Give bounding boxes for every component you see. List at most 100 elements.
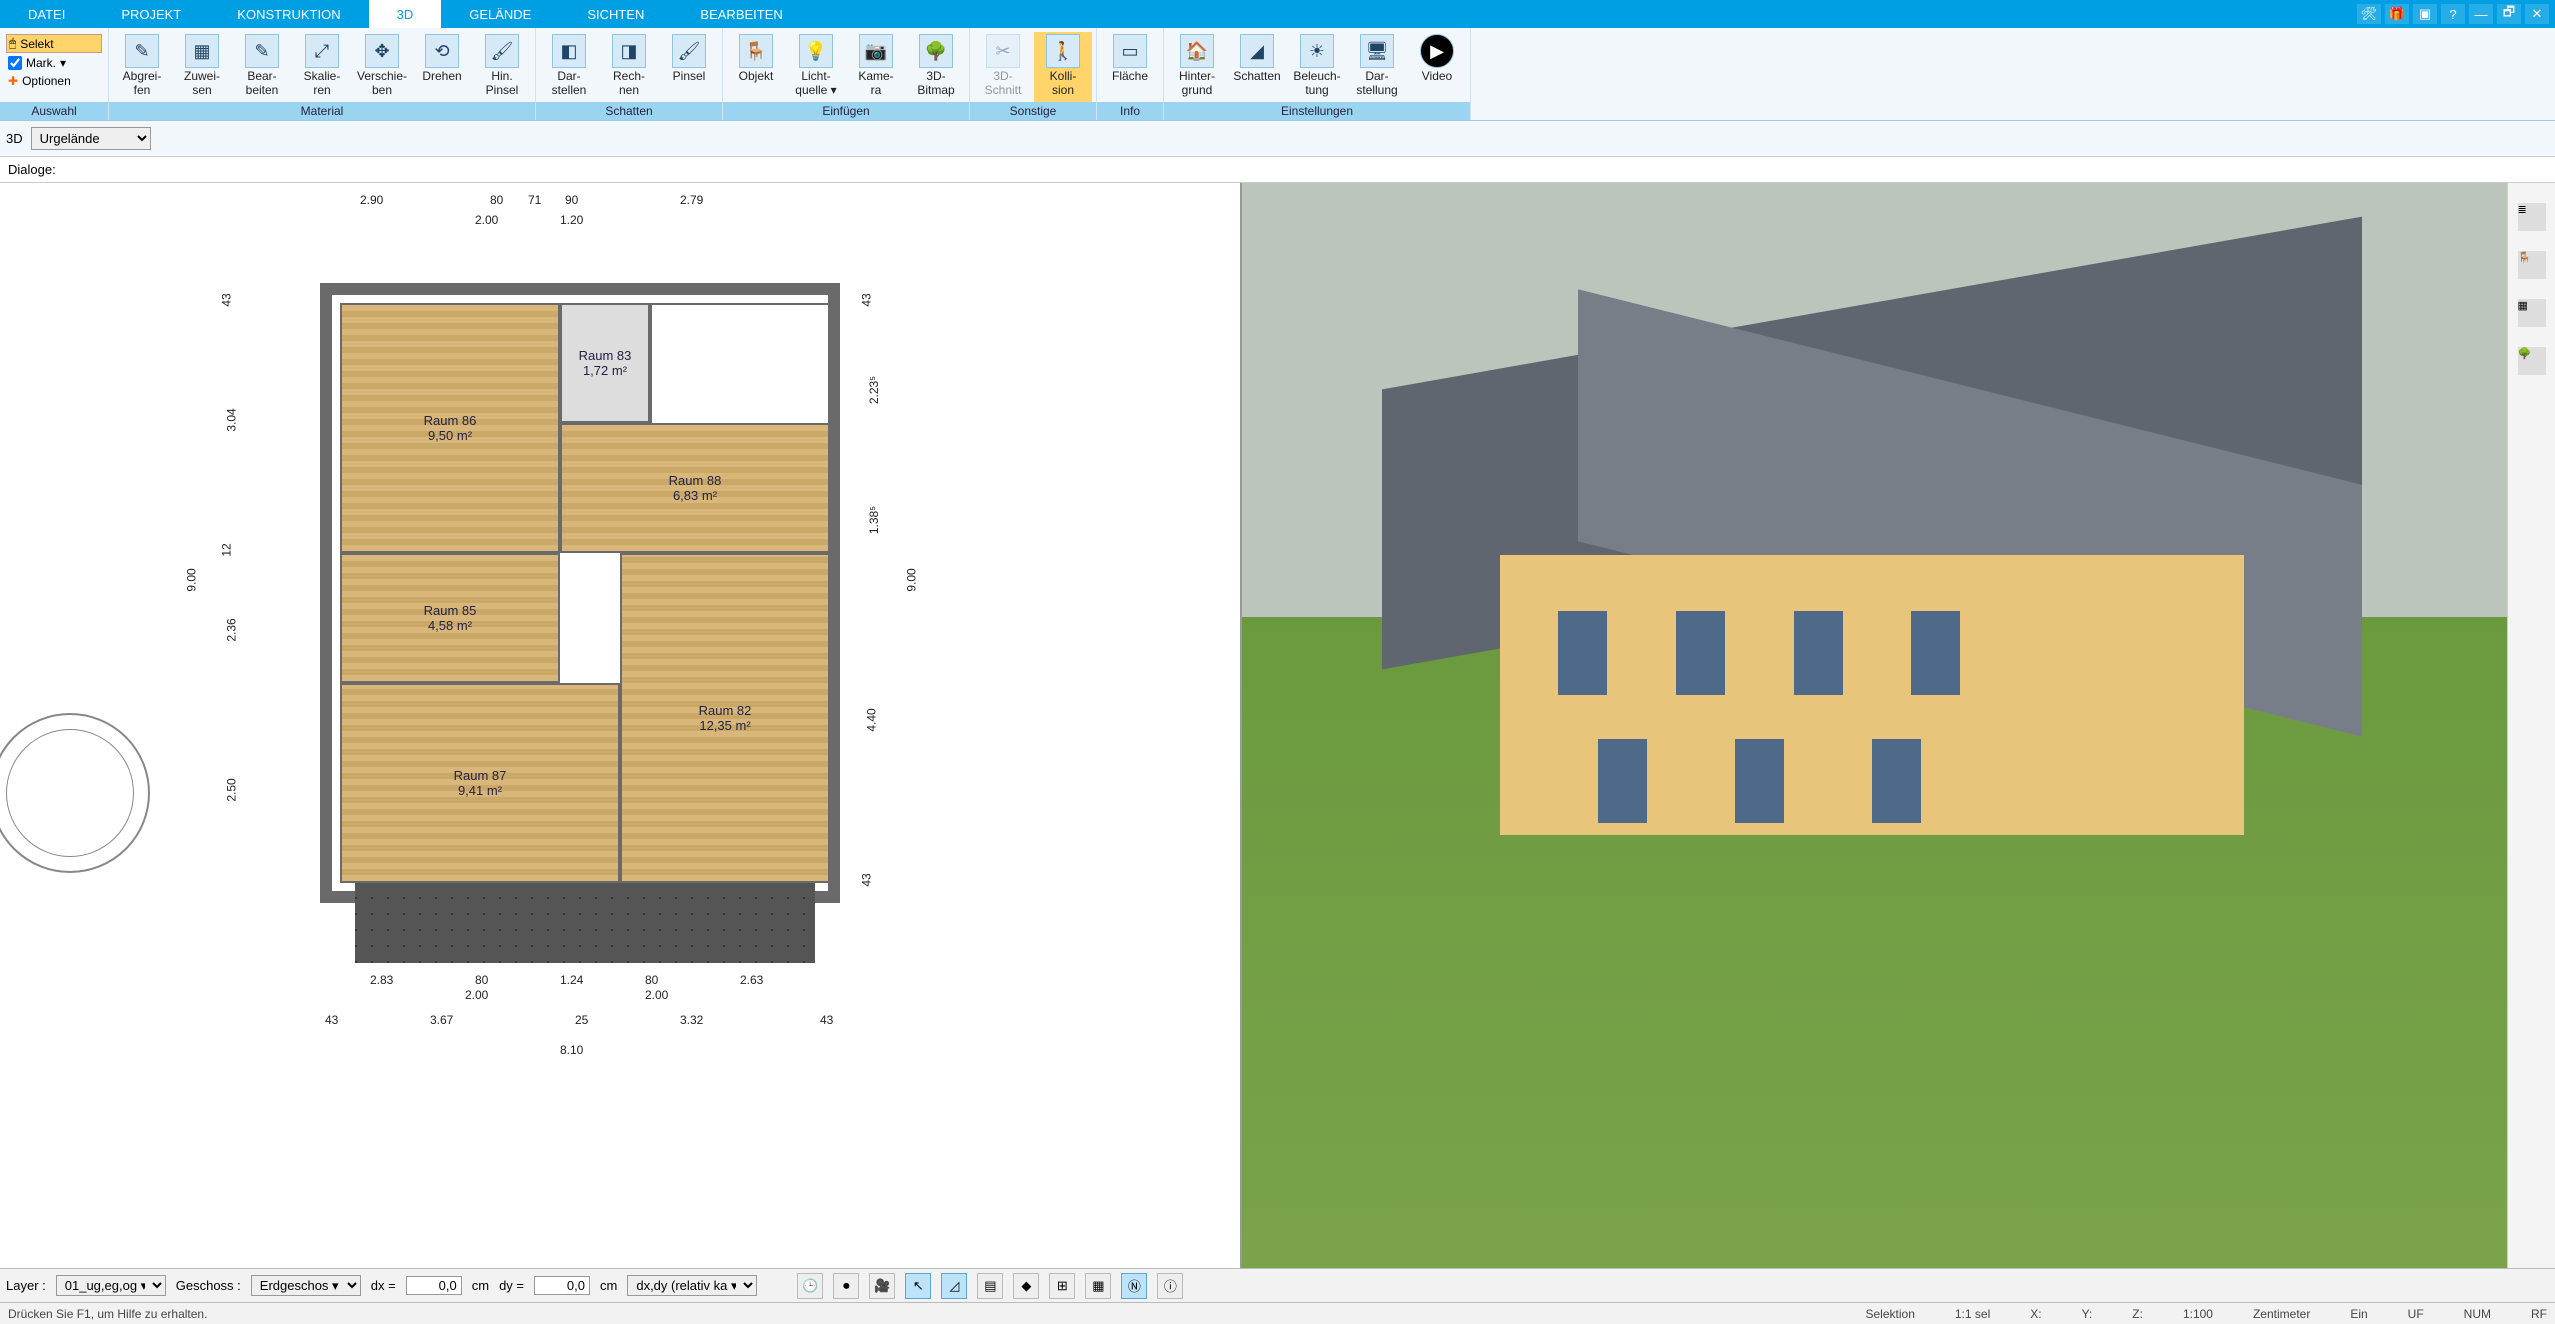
room-83[interactable]: Raum 831,72 m²	[560, 303, 650, 423]
mark-checkbox[interactable]	[8, 56, 22, 70]
zuweisen-button[interactable]: ▦Zuwei-sen	[173, 32, 231, 102]
cursor-tool-icon[interactable]: ↖	[905, 1273, 931, 1299]
dim: 2.50	[225, 778, 239, 801]
x-label: X:	[2030, 1307, 2041, 1321]
object-icon: 🪑	[739, 34, 773, 68]
coord-mode-select[interactable]: dx,dy (relativ ka ▾	[627, 1275, 757, 1296]
lichtquelle-button[interactable]: 💡Licht-quelle ▾	[787, 32, 845, 102]
dim: 9.00	[905, 568, 919, 591]
lighting-icon: ☀	[1300, 34, 1334, 68]
help-icon[interactable]: ?	[2441, 4, 2465, 24]
video-tool-icon[interactable]: 🎥	[869, 1273, 895, 1299]
rechnen-button[interactable]: ◨Rech-nen	[600, 32, 658, 102]
geschoss-select[interactable]: Erdgeschos ▾	[251, 1275, 361, 1296]
group-info: Info	[1097, 102, 1163, 120]
layer-select[interactable]: 01_ug,eg,og ▾	[56, 1275, 166, 1296]
selektion-label: Selektion	[1866, 1307, 1915, 1321]
objekt-button[interactable]: 🪑Objekt	[727, 32, 785, 102]
dy-label: dy =	[499, 1278, 524, 1293]
dim: 80	[645, 973, 658, 987]
group-schatten: Schatten	[536, 102, 722, 120]
tab-3d[interactable]: 3D	[369, 0, 442, 28]
dim: 2.83	[370, 973, 393, 987]
dim: 43	[325, 1013, 338, 1027]
close-icon[interactable]: ✕	[2525, 4, 2549, 24]
dim: 4.40	[865, 708, 879, 731]
mode-label: 3D	[6, 131, 23, 146]
tools-icon[interactable]: 🛠	[2357, 4, 2381, 24]
tab-konstruktion[interactable]: KONSTRUKTION	[209, 0, 368, 28]
record-icon[interactable]: ⏺	[833, 1273, 859, 1299]
bottom-toolbar: Layer : 01_ug,eg,og ▾ Geschoss : Erdgesc…	[0, 1268, 2555, 1302]
gift-icon[interactable]: 🎁	[2385, 4, 2409, 24]
selekt-button[interactable]: 🖱Selekt	[6, 34, 102, 53]
3dbitmap-button[interactable]: 🌳3D-Bitmap	[907, 32, 965, 102]
room-87[interactable]: Raum 879,41 m²	[340, 683, 620, 883]
dim-tool-icon[interactable]: ⊞	[1049, 1273, 1075, 1299]
verschieben-button[interactable]: ✥Verschie-ben	[353, 32, 411, 102]
stack-icon[interactable]: ◆	[1013, 1273, 1039, 1299]
room-85[interactable]: Raum 854,58 m²	[340, 553, 560, 683]
dy-input[interactable]	[534, 1276, 590, 1295]
group-sonstige: Sonstige	[970, 102, 1096, 120]
grid-icon[interactable]: ▦	[1085, 1273, 1111, 1299]
tab-projekt[interactable]: PROJEKT	[93, 0, 209, 28]
plan-view[interactable]: 2.90 80 71 90 2.79 2.00 1.20 Raum 869,50…	[0, 183, 1242, 1268]
materials-icon[interactable]: ▦	[2518, 299, 2546, 327]
layers-icon[interactable]: ≣	[2518, 203, 2546, 231]
darstellen-button[interactable]: ◧Dar-stellen	[540, 32, 598, 102]
compass-icon	[0, 713, 150, 873]
kamera-button[interactable]: 📷Kame-ra	[847, 32, 905, 102]
layer-icon[interactable]: ▤	[977, 1273, 1003, 1299]
bearbeiten-button[interactable]: ✎Bear-beiten	[233, 32, 291, 102]
calc-icon: ◨	[612, 34, 646, 68]
abgreifen-button[interactable]: ✎Abgrei-fen	[113, 32, 171, 102]
3d-view[interactable]: ≣ 🪑 ▦ 🌳	[1242, 183, 2555, 1268]
dx-label: dx =	[371, 1278, 396, 1293]
room-82[interactable]: Raum 8212,35 m²	[620, 553, 830, 883]
darstellung-button[interactable]: 🖥Dar-stellung	[1348, 32, 1406, 102]
tab-gelaende[interactable]: GELÄNDE	[441, 0, 559, 28]
dx-input[interactable]	[406, 1276, 462, 1295]
restore-icon[interactable]: 🗗	[2497, 4, 2521, 24]
dim: 2.63	[740, 973, 763, 987]
hinpinsel-button[interactable]: 🖌Hin.Pinsel	[473, 32, 531, 102]
3dschnitt-button[interactable]: ✂3D-Schnitt	[974, 32, 1032, 102]
kollision-button[interactable]: 🚶Kolli-sion	[1034, 32, 1092, 102]
drehen-button[interactable]: ⟲Drehen	[413, 32, 471, 102]
hintergrund-button[interactable]: 🏠Hinter-grund	[1168, 32, 1226, 102]
group-auswahl: Auswahl	[0, 102, 108, 120]
pinsel-button[interactable]: 🖌Pinsel	[660, 32, 718, 102]
video-button[interactable]: ▶Video	[1408, 32, 1466, 102]
minimize-icon[interactable]: —	[2469, 4, 2493, 24]
tab-bearbeiten[interactable]: BEARBEITEN	[672, 0, 810, 28]
furniture-icon[interactable]: 🪑	[2518, 251, 2546, 279]
dim: 2.90	[360, 193, 383, 207]
beleuchtung-button[interactable]: ☀Beleuch-tung	[1288, 32, 1346, 102]
schatten-einst-button[interactable]: ◢Schatten	[1228, 32, 1286, 102]
optionen-button[interactable]: ✚Optionen	[6, 73, 102, 89]
rf-label: RF	[2531, 1307, 2547, 1321]
dim: 1.20	[560, 213, 583, 227]
tree-icon: 🌳	[919, 34, 953, 68]
room-86[interactable]: Raum 869,50 m²	[340, 303, 560, 553]
flaeche-button[interactable]: ▭Fläche	[1101, 32, 1159, 102]
tab-datei[interactable]: DATEI	[0, 0, 93, 28]
window-icon[interactable]: ▣	[2413, 4, 2437, 24]
skalieren-button[interactable]: ⤢Skalie-ren	[293, 32, 351, 102]
move-icon: ✥	[365, 34, 399, 68]
clock-icon[interactable]: 🕒	[797, 1273, 823, 1299]
info-tool-icon[interactable]: ⓘ	[1157, 1273, 1183, 1299]
mark-button[interactable]: Mark.▾	[6, 55, 102, 71]
tab-sichten[interactable]: SICHTEN	[559, 0, 672, 28]
scale-label: 1:1 sel	[1955, 1307, 1990, 1321]
snap-tool-icon[interactable]: ◿	[941, 1273, 967, 1299]
room-88[interactable]: Raum 886,83 m²	[560, 423, 830, 553]
area-icon: ▭	[1113, 34, 1147, 68]
dim: 9.00	[185, 568, 199, 591]
plants-icon[interactable]: 🌳	[2518, 347, 2546, 375]
terrain-select[interactable]: Urgelände	[31, 127, 151, 150]
dim: 2.23⁵	[867, 375, 881, 403]
dim: 43	[220, 293, 234, 306]
north-icon[interactable]: Ⓝ	[1121, 1273, 1147, 1299]
